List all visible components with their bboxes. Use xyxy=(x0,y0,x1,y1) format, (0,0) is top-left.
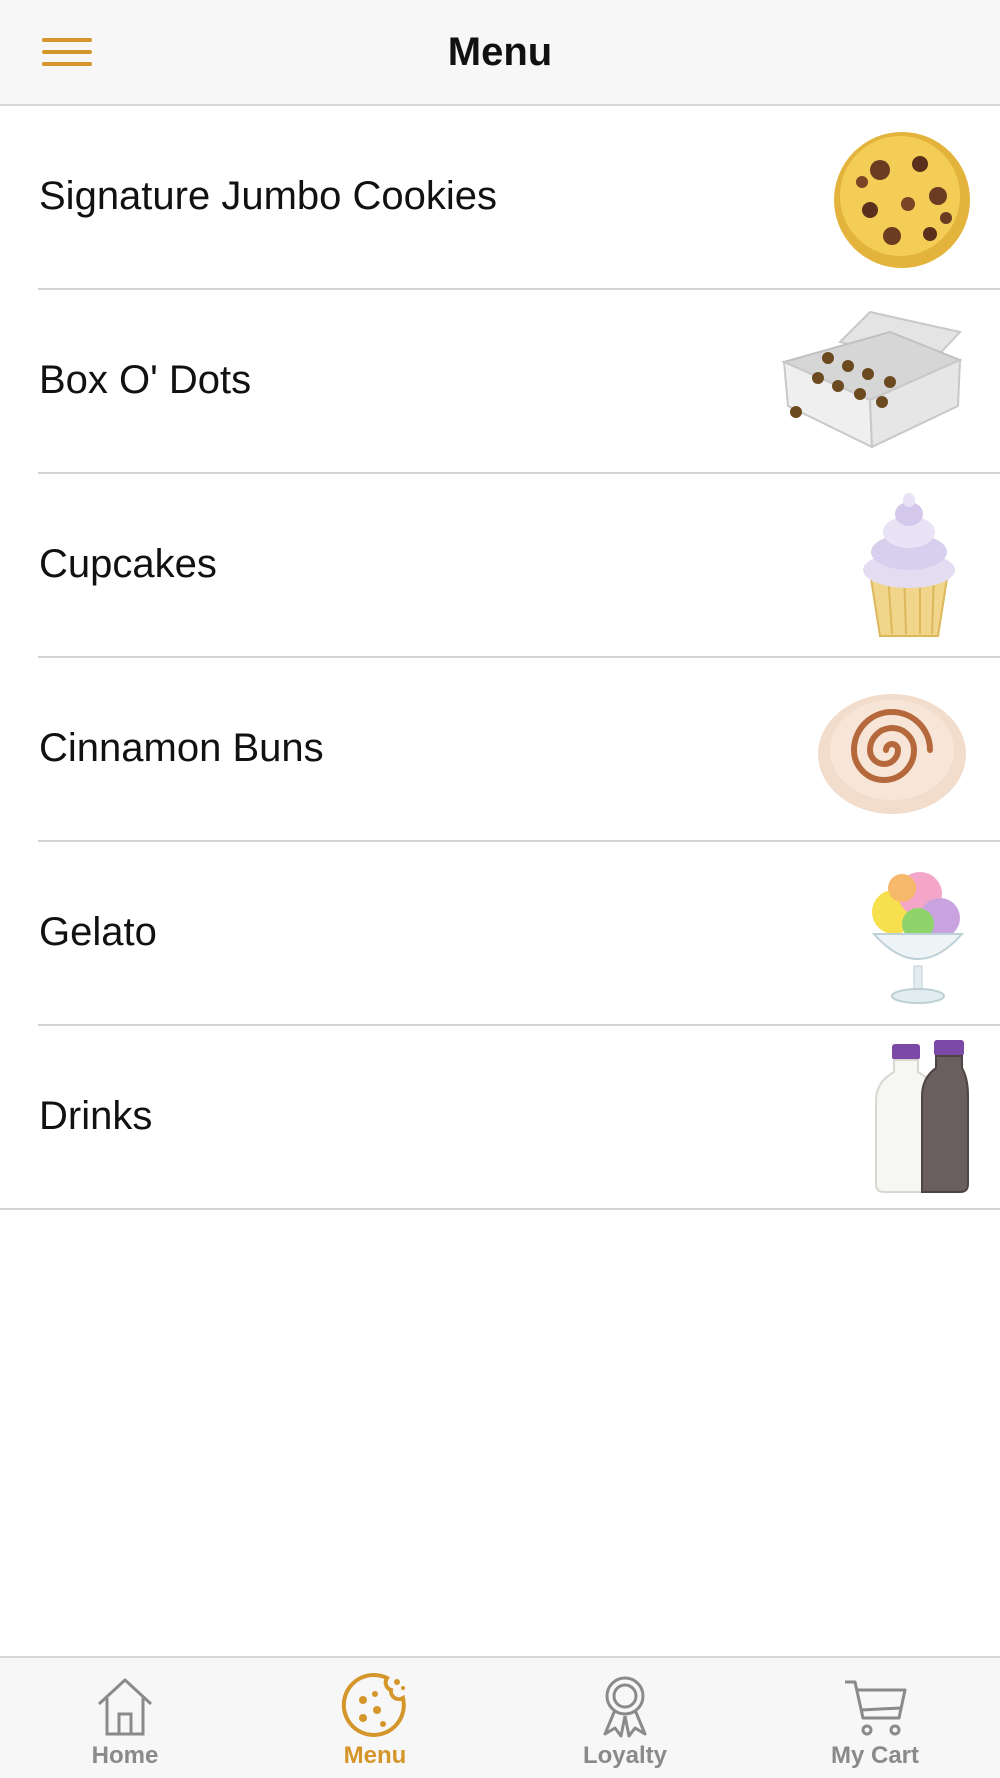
tab-label: Loyalty xyxy=(582,1742,668,1769)
cinnamon-bun-image xyxy=(770,670,970,830)
box-of-dots-image xyxy=(770,302,970,462)
tab-label: Home xyxy=(91,1742,159,1769)
menu-item-label: Drinks xyxy=(39,1094,153,1138)
tab-label: Menu xyxy=(343,1742,407,1769)
milk-bottles-image xyxy=(770,1038,970,1198)
tab-home[interactable]: Home xyxy=(0,1658,250,1778)
gelato-image xyxy=(770,854,970,1014)
menu-item-label: Cupcakes xyxy=(39,542,217,586)
menu-item-drinks[interactable]: Drinks xyxy=(0,1026,1000,1210)
menu-item-label: Cinnamon Buns xyxy=(39,726,324,770)
menu-item-signature-jumbo-cookies[interactable]: Signature Jumbo Cookies xyxy=(0,106,1000,290)
menu-item-cinnamon-buns[interactable]: Cinnamon Buns xyxy=(0,658,1000,842)
award-ribbon-icon xyxy=(591,1672,659,1740)
cupcake-image xyxy=(770,486,970,646)
tab-loyalty[interactable]: Loyalty xyxy=(500,1658,750,1778)
tab-menu[interactable]: Menu xyxy=(250,1658,500,1778)
cookie-icon xyxy=(341,1672,409,1740)
menu-list: Signature Jumbo Cookies Box O' Dots Cupc… xyxy=(0,106,1000,1210)
tab-label: My Cart xyxy=(830,1742,920,1769)
menu-item-box-o-dots[interactable]: Box O' Dots xyxy=(0,290,1000,474)
bottom-tab-bar: Home Menu Loyalty My Cart xyxy=(0,1656,1000,1778)
menu-item-gelato[interactable]: Gelato xyxy=(0,842,1000,1026)
menu-item-cupcakes[interactable]: Cupcakes xyxy=(0,474,1000,658)
cart-icon xyxy=(841,1672,909,1740)
page-title: Menu xyxy=(447,30,553,74)
home-icon xyxy=(91,1672,159,1740)
menu-item-label: Gelato xyxy=(39,910,157,954)
menu-item-label: Box O' Dots xyxy=(39,358,252,402)
tab-my-cart[interactable]: My Cart xyxy=(750,1658,1000,1778)
menu-item-label: Signature Jumbo Cookies xyxy=(39,174,498,218)
app-header: Menu xyxy=(0,0,1000,106)
jumbo-cookie-image xyxy=(770,118,970,278)
